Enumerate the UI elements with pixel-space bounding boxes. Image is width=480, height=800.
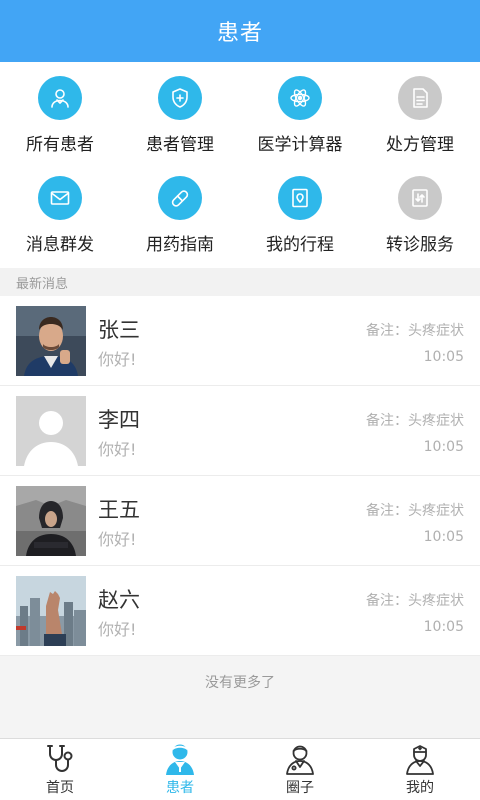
header-bar: 患者 (0, 0, 480, 62)
patient-icon (166, 744, 194, 775)
menu-label: 消息群发 (26, 235, 94, 255)
avatar (16, 396, 86, 466)
mail-icon (38, 176, 82, 220)
message-preview: 你好! (98, 440, 137, 459)
menu-item-medication-guide[interactable]: 用药指南 (120, 160, 240, 268)
menu-label: 用药指南 (146, 235, 214, 255)
message-note: 备注：头疼症状 (366, 503, 464, 519)
avatar (16, 486, 86, 556)
message-preview: 你好! (98, 530, 137, 549)
tab-circle[interactable]: 圈子 (240, 739, 360, 800)
avatar (16, 306, 86, 376)
menu-item-referral-service[interactable]: 转诊服务 (360, 160, 480, 268)
menu-item-medical-calculator[interactable]: 医学计算器 (240, 62, 360, 160)
message-preview: 你好! (98, 350, 137, 369)
tab-label: 圈子 (286, 780, 314, 796)
contact-name: 王五 (98, 498, 140, 522)
atom-icon (278, 76, 322, 120)
pill-icon (158, 176, 202, 220)
tab-patients[interactable]: 患者 (120, 739, 240, 800)
message-time: 10:05 (423, 439, 464, 455)
section-header-latest-messages: 最新消息 (0, 268, 480, 296)
message-list: 张三 你好! 备注：头疼症状 10:05 李四 你好! 备注：头疼症状 10:0… (0, 296, 480, 656)
doctor-icon (286, 745, 314, 775)
page-title: 患者 (216, 21, 263, 46)
tab-label: 首页 (46, 780, 74, 796)
app-root: 患者 所有患者 患者管理 医学计算器 处方管理 消息群发 用药指南 我的行程 转… (0, 0, 480, 800)
menu-item-my-schedule[interactable]: 我的行程 (240, 160, 360, 268)
menu-label: 医学计算器 (257, 135, 343, 155)
menu-item-patient-management[interactable]: 患者管理 (120, 62, 240, 160)
location-card-icon (278, 176, 322, 220)
no-more-text: 没有更多了 (205, 675, 275, 691)
avatar (16, 576, 86, 646)
contact-name: 李四 (98, 408, 140, 432)
message-note: 备注：头疼症状 (366, 413, 464, 429)
transfer-icon (398, 176, 442, 220)
message-row[interactable]: 李四 你好! 备注：头疼症状 10:05 (0, 386, 480, 476)
bottom-tab-bar: 首页 患者 圈子 我的 (0, 738, 480, 800)
menu-label: 患者管理 (146, 135, 214, 155)
contact-name: 张三 (98, 318, 140, 342)
menu-item-prescription-management[interactable]: 处方管理 (360, 62, 480, 160)
menu-label: 我的行程 (266, 235, 334, 255)
message-preview: 你好! (98, 620, 137, 639)
menu-label: 处方管理 (386, 135, 454, 155)
message-row[interactable]: 赵六 你好! 备注：头疼症状 10:05 (0, 566, 480, 656)
message-note: 备注：头疼症状 (366, 593, 464, 609)
message-time: 10:05 (423, 529, 464, 545)
feature-grid: 所有患者 患者管理 医学计算器 处方管理 消息群发 用药指南 我的行程 转诊服务 (0, 62, 480, 268)
message-note: 备注：头疼症状 (366, 323, 464, 339)
menu-item-all-patients[interactable]: 所有患者 (0, 62, 120, 160)
menu-label: 转诊服务 (386, 235, 454, 255)
message-row[interactable]: 王五 你好! 备注：头疼症状 10:05 (0, 476, 480, 566)
contact-name: 赵六 (98, 588, 140, 612)
patients-icon (38, 76, 82, 120)
tab-mine[interactable]: 我的 (360, 739, 480, 800)
message-time: 10:05 (423, 349, 464, 365)
nurse-icon (406, 745, 434, 775)
document-icon (398, 76, 442, 120)
message-row[interactable]: 张三 你好! 备注：头疼症状 10:05 (0, 296, 480, 386)
tab-label: 患者 (166, 780, 194, 796)
message-time: 10:05 (423, 619, 464, 635)
menu-item-group-message[interactable]: 消息群发 (0, 160, 120, 268)
tab-home[interactable]: 首页 (0, 739, 120, 800)
tab-label: 我的 (406, 780, 434, 796)
stethoscope-icon (47, 745, 73, 772)
shield-plus-icon (158, 76, 202, 120)
menu-label: 所有患者 (26, 135, 94, 155)
